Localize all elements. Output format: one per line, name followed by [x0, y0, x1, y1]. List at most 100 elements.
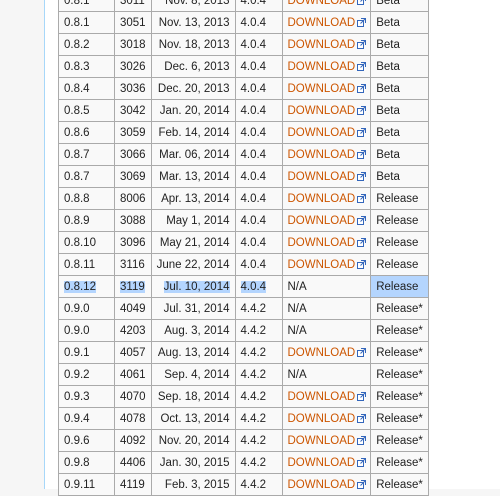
android-version-cell: 4.4.2 — [234, 363, 283, 386]
download-link[interactable]: DOWNLOAD — [288, 347, 367, 359]
download-link[interactable]: DOWNLOAD — [288, 435, 367, 447]
version-cell: 0.8.4 — [58, 77, 115, 100]
channel-cell: Release* — [370, 341, 429, 364]
build-cell: 3069 — [114, 165, 152, 188]
release-date-text: Aug. 3, 2014 — [164, 324, 230, 337]
download-link[interactable]: DOWNLOAD — [288, 237, 367, 249]
download-link[interactable]: DOWNLOAD — [288, 0, 367, 7]
release-date-text: Oct. 13, 2014 — [160, 412, 230, 425]
channel-text: Beta — [376, 104, 400, 117]
download-link[interactable]: DOWNLOAD — [288, 259, 367, 271]
external-link-icon — [357, 457, 367, 467]
download-link[interactable]: DOWNLOAD — [288, 39, 367, 51]
build-cell: 3066 — [114, 143, 152, 166]
release-date-text: Jan. 30, 2015 — [159, 456, 230, 469]
download-link[interactable]: DOWNLOAD — [287, 126, 367, 139]
release-date-cell: May 21, 2014 — [150, 231, 236, 254]
android-version-cell: 4.4.2 — [234, 297, 283, 320]
external-link-icon — [357, 105, 367, 115]
android-version-cell: 4.0.4 — [234, 231, 283, 254]
build-text: 3116 — [120, 258, 145, 271]
channel-text: Beta — [376, 60, 400, 73]
release-date-cell: Jan. 30, 2015 — [150, 451, 236, 474]
channel-text: Release* — [376, 302, 423, 315]
download-link-label: DOWNLOAD — [287, 456, 356, 469]
table-row: 0.8.2 3018 Nov. 18, 2013 4.0.4 DOWNLOAD … — [58, 33, 429, 56]
channel-text: Beta — [376, 0, 400, 7]
version-cell: 0.8.7 — [58, 165, 115, 188]
channel-text: Beta — [376, 38, 400, 51]
android-version-cell: 4.0.4 — [234, 99, 283, 122]
build-cell: 3018 — [114, 33, 152, 56]
android-version-cell: 4.4.2 — [234, 319, 283, 342]
version-cell: 0.9.4 — [58, 407, 115, 430]
channel-text: Release* — [376, 324, 423, 337]
download-link[interactable]: DOWNLOAD — [287, 412, 367, 425]
external-link-icon — [357, 215, 367, 225]
download-cell: DOWNLOAD — [281, 0, 372, 12]
android-version-cell: 4.0.4 — [234, 55, 283, 78]
download-cell: DOWNLOAD — [281, 99, 372, 122]
download-link[interactable]: DOWNLOAD — [287, 104, 367, 117]
download-link-label: DOWNLOAD — [287, 104, 356, 117]
download-link-label: DOWNLOAD — [287, 148, 356, 161]
version-text: 0.8.6 — [64, 126, 90, 139]
release-date-cell: Mar. 13, 2014 — [150, 165, 236, 188]
download-cell: DOWNLOAD — [281, 11, 372, 34]
download-link[interactable]: DOWNLOAD — [287, 148, 367, 161]
channel-cell: Release — [370, 187, 429, 210]
download-link[interactable]: DOWNLOAD — [288, 193, 367, 205]
android-version-text: 4.4.2 — [240, 368, 267, 381]
release-date-text: Dec. 20, 2013 — [157, 82, 230, 95]
android-version-text: 4.4.2 — [240, 346, 267, 359]
version-text: 0.9.1 — [64, 346, 90, 359]
table-row: 0.9.1 4057 Aug. 13, 2014 4.4.2 DOWNLOAD … — [58, 341, 429, 364]
build-text: 4061 — [120, 368, 146, 381]
version-cell: 0.9.2 — [58, 363, 115, 386]
channel-cell: Release — [370, 253, 429, 276]
table-row: 0.9.11 4119 Feb. 3, 2015 4.4.2 DOWNLOAD … — [58, 473, 429, 496]
release-date-cell: May 1, 2014 — [150, 209, 236, 232]
release-date-cell: Nov. 20, 2014 — [150, 429, 236, 452]
download-link[interactable]: DOWNLOAD — [288, 391, 367, 403]
channel-cell: Release — [370, 231, 429, 254]
release-date-cell: Jul. 10, 2014 — [150, 275, 236, 298]
download-link[interactable]: DOWNLOAD — [287, 456, 367, 469]
build-cell: 3051 — [114, 11, 152, 34]
android-version-cell: 4.4.2 — [234, 385, 283, 408]
android-version-cell: 4.4.2 — [234, 429, 283, 452]
version-text: 0.8.5 — [64, 104, 90, 117]
channel-text: Release — [376, 236, 419, 249]
download-cell: DOWNLOAD — [281, 121, 372, 144]
android-version-cell: 4.4.2 — [234, 341, 283, 364]
download-link-label: DOWNLOAD — [287, 412, 356, 425]
build-cell: 4057 — [114, 341, 152, 364]
build-cell: 4092 — [114, 429, 152, 452]
table-row: 0.8.4 3036 Dec. 20, 2013 4.0.4 DOWNLOAD … — [58, 77, 429, 100]
download-cell: N/A — [281, 297, 372, 320]
download-link[interactable]: DOWNLOAD — [288, 17, 367, 29]
build-cell: 3096 — [114, 231, 152, 254]
release-date-cell: Nov. 13, 2013 — [150, 11, 236, 34]
release-date-text: Mar. 13, 2014 — [159, 170, 230, 183]
download-link[interactable]: DOWNLOAD — [288, 83, 367, 95]
download-link-label: DOWNLOAD — [287, 126, 356, 139]
download-cell: DOWNLOAD — [281, 55, 372, 78]
download-link[interactable]: DOWNLOAD — [288, 171, 367, 183]
channel-cell: Beta — [370, 165, 429, 188]
download-link[interactable]: DOWNLOAD — [288, 61, 367, 73]
release-date-text: Nov. 13, 2013 — [158, 16, 230, 29]
channel-text: Release — [376, 280, 419, 293]
external-link-icon — [357, 479, 367, 489]
external-link-icon — [357, 193, 367, 203]
release-date-cell: Dec. 20, 2013 — [150, 77, 236, 100]
android-version-text: 4.0.4 — [240, 60, 267, 73]
download-unavailable: N/A — [287, 368, 307, 381]
channel-cell: Beta — [370, 121, 429, 144]
external-link-icon — [357, 413, 367, 423]
channel-cell: Release* — [370, 429, 429, 452]
download-cell: DOWNLOAD — [281, 77, 372, 100]
download-link[interactable]: DOWNLOAD — [288, 215, 367, 227]
table-row: 0.8.6 3059 Feb. 14, 2014 4.0.4 DOWNLOAD … — [58, 121, 429, 144]
version-cell: 0.9.11 — [58, 473, 115, 496]
